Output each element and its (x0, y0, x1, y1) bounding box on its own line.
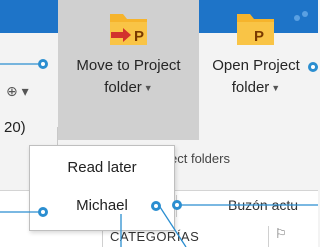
callout-marker (308, 62, 318, 72)
callout-marker (38, 207, 48, 217)
callout-marker (172, 200, 182, 210)
callout-marker (38, 59, 48, 69)
callout-marker (151, 201, 161, 211)
callout-line (159, 206, 187, 247)
